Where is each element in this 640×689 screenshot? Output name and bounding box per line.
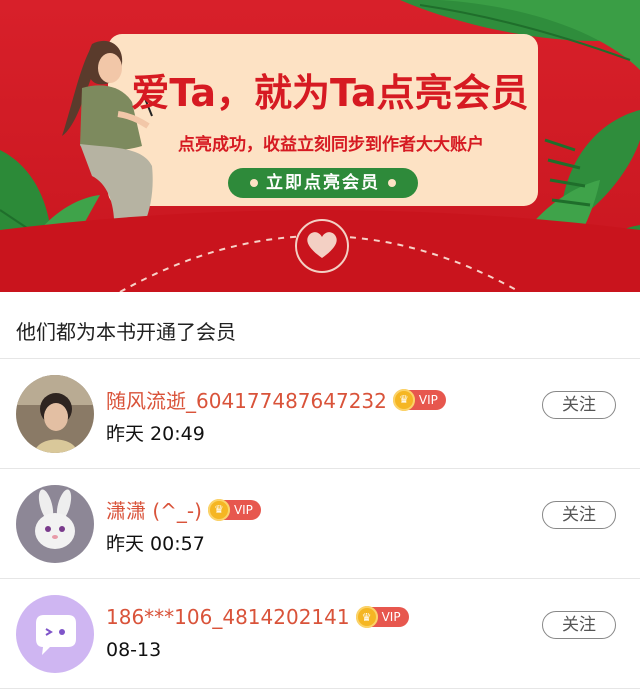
banner-headline: 爱Ta，就为Ta点亮会员 [131, 71, 529, 115]
member-row[interactable]: 潇潇 (^_-) ♛ VIP 昨天 00:57 关注 [0, 469, 640, 579]
activate-membership-button[interactable]: 立即点亮会员 [228, 168, 418, 198]
vip-badge: ♛ VIP [355, 606, 409, 628]
banner-subline: 点亮成功，收益立刻同步到作者大大账户 [178, 135, 484, 155]
vip-label: VIP [381, 610, 401, 624]
member-name-row: 潇潇 (^_-) ♛ VIP [106, 495, 261, 524]
cta-dot-right [388, 179, 396, 187]
follow-button[interactable]: 关注 [542, 611, 616, 639]
user-avatar[interactable] [16, 595, 94, 673]
chat-bubble-avatar-icon [16, 595, 94, 673]
cta-dot-left [250, 179, 258, 187]
rabbit-avatar-icon [16, 485, 94, 563]
envelope-flap [0, 210, 640, 292]
member-name[interactable]: 186***106_4814202141 [106, 605, 350, 629]
crown-icon: ♛ [392, 388, 415, 411]
vip-label: VIP [233, 502, 253, 517]
member-row[interactable]: 随风流逝_604177487647232 ♛ VIP 昨天 20:49 关注 [0, 359, 640, 469]
follow-button[interactable]: 关注 [542, 391, 616, 419]
cta-label: 立即点亮会员 [266, 173, 380, 193]
user-avatar[interactable] [16, 375, 94, 453]
photo-avatar-icon [16, 375, 94, 453]
vip-badge: ♛ VIP [392, 388, 446, 411]
membership-banner[interactable]: 爱Ta，就为Ta点亮会员 点亮成功，收益立刻同步到作者大大账户 立即点亮会员 [0, 0, 640, 292]
member-name-row: 186***106_4814202141 ♛ VIP [106, 605, 409, 629]
crown-icon: ♛ [207, 498, 230, 521]
follow-button[interactable]: 关注 [542, 501, 616, 529]
member-name-row: 随风流逝_604177487647232 ♛ VIP [106, 385, 446, 414]
members-section-title: 他们都为本书开通了会员 [0, 292, 640, 359]
member-time: 昨天 20:49 [106, 423, 205, 445]
member-time: 08-13 [106, 639, 162, 661]
vip-badge: ♛ VIP [207, 498, 261, 521]
member-row[interactable]: 186***106_4814202141 ♛ VIP 08-13 关注 [0, 579, 640, 689]
user-avatar[interactable] [16, 485, 94, 563]
member-time: 昨天 00:57 [106, 533, 205, 555]
member-name[interactable]: 潇潇 (^_-) [106, 495, 202, 524]
vip-label: VIP [418, 392, 438, 407]
crown-icon: ♛ [355, 606, 378, 628]
member-name[interactable]: 随风流逝_604177487647232 [106, 385, 387, 414]
